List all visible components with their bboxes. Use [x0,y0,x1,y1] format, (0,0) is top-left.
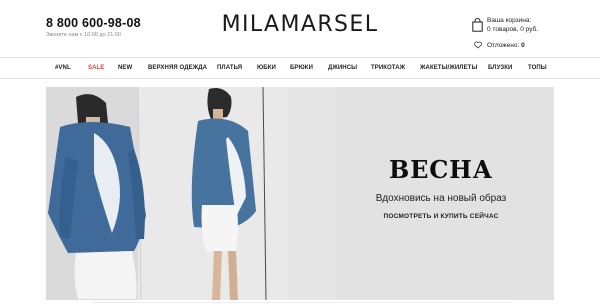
cart-link[interactable]: Ваша корзина: 0 товаров, 0 руб. [472,16,592,38]
cart-summary: Ваша корзина: 0 товаров, 0 руб. [487,16,538,34]
cart-totals: 0 товаров, 0 руб. [487,26,539,33]
nav-item-blouses[interactable]: БЛУЗКИ [488,65,512,71]
content-divider [92,302,512,308]
nav-item-dresses[interactable]: ПЛАТЬЯ [217,65,242,71]
nav-item-knitwear[interactable]: ТРИКОТАЖ [371,65,405,71]
cart-title: Ваша корзина: [487,17,532,24]
site-header: 8 800 600-98-08 Звоните нам с 10:00 до 2… [0,0,600,56]
nav-item-tops[interactable]: ТОПЫ [528,65,547,71]
hero-subtitle: Вдохновись на новый образ [375,193,507,204]
hero-title: ВЕСНА [389,155,493,184]
hero-cta-link[interactable]: ПОСМОТРЕТЬ И КУПИТЬ СЕЙЧАС [356,213,526,220]
heart-icon [474,41,482,49]
nav-item-outerwear[interactable]: ВЕРХНЯЯ ОДЕЖДА [148,65,207,71]
model-photo [46,87,336,300]
phone-number[interactable]: 8 800 600-98-08 [46,16,141,30]
wishlist-text: Отложено: [487,42,520,49]
nav-item-new[interactable]: NEW [118,65,132,71]
site-logo[interactable]: MILAMARSEL [194,12,406,37]
wishlist-label: Отложено: 0 [487,42,525,49]
working-hours: Звоните нам с 10:00 до 21:00 [46,32,121,38]
nav-item-vnl[interactable]: #VNL [55,65,71,71]
main-navigation: #VNL SALE NEW ВЕРХНЯЯ ОДЕЖДА ПЛАТЬЯ ЮБКИ… [0,57,600,79]
shopping-bag-icon [472,18,483,32]
nav-item-trousers[interactable]: БРЮКИ [290,65,313,71]
nav-item-jeans[interactable]: ДЖИНСЫ [328,65,357,71]
nav-item-sale[interactable]: SALE [88,65,104,71]
wishlist-count: 0 [521,42,525,49]
hero-banner[interactable]: ВЕСНА Вдохновись на новый образ ПОСМОТРЕ… [46,87,554,300]
nav-item-skirts[interactable]: ЮБКИ [257,65,276,71]
nav-item-jackets[interactable]: ЖАКЕТЫ/ЖИЛЕТЫ [420,65,477,71]
wishlist-link[interactable]: Отложено: 0 [472,41,572,51]
